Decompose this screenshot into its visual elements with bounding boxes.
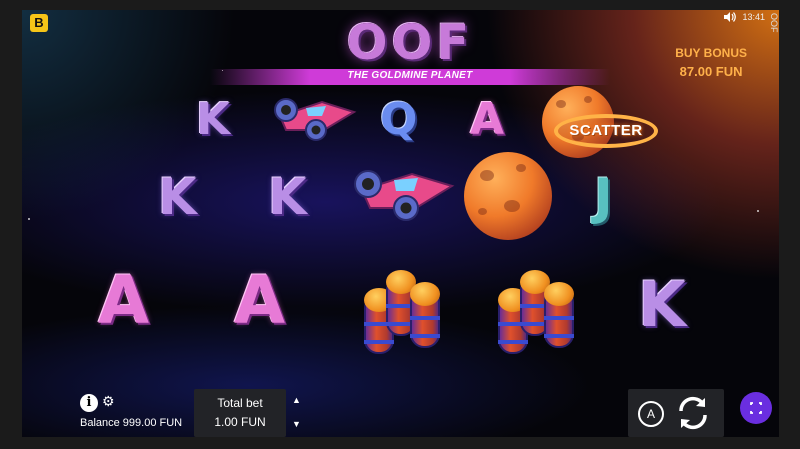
control-bar: i ⚙ Balance 999.00 FUN Total bet 1.00 FU… <box>22 389 779 437</box>
gear-icon[interactable]: ⚙ <box>102 393 115 410</box>
symbol-a: A <box>234 262 286 339</box>
buy-bonus-button[interactable]: BUY BONUS 87.00 FUN <box>675 46 747 79</box>
balance-display: Balance 999.00 FUN <box>80 417 183 429</box>
buy-bonus-label: BUY BONUS <box>675 46 747 60</box>
planet-icon <box>464 152 552 240</box>
bet-decrease-icon[interactable]: ▼ <box>292 419 301 429</box>
symbol-k: K <box>638 268 687 341</box>
speaker-icon[interactable] <box>724 12 737 22</box>
clock: 13:41 <box>742 12 765 22</box>
vertical-game-label: OOF <box>769 13 779 33</box>
spaceship-icon <box>274 98 357 141</box>
symbol-a: A <box>470 94 505 145</box>
total-bet-value: 1.00 FUN <box>214 415 266 429</box>
total-bet-panel: Total bet 1.00 FUN <box>194 389 286 437</box>
symbol-a: A <box>98 262 150 339</box>
logo-title: OOF <box>346 15 474 71</box>
spaceship-icon <box>354 170 455 221</box>
oxygen-tank-icon <box>360 268 446 358</box>
fullscreen-icon <box>750 402 762 414</box>
game-logo: OOF THE GOLDMINE PLANET <box>210 14 610 85</box>
symbol-j: J <box>594 168 613 226</box>
star <box>757 210 759 212</box>
symbol-k: K <box>158 168 197 226</box>
autoplay-button[interactable]: A <box>638 401 664 427</box>
spin-button[interactable] <box>674 394 712 432</box>
symbol-q: Q <box>380 94 418 145</box>
buy-bonus-price: 87.00 FUN <box>679 64 743 79</box>
scatter-label: SCATTER <box>569 122 643 139</box>
symbol-k: K <box>268 168 307 226</box>
bet-increase-icon[interactable]: ▲ <box>292 395 301 405</box>
info-icon[interactable]: i <box>80 394 98 412</box>
brand-logo: B <box>30 14 48 32</box>
total-bet-label: Total bet <box>217 396 263 410</box>
oxygen-tank-icon <box>494 268 580 358</box>
logo-subtitle: THE GOLDMINE PLANET <box>347 70 473 81</box>
symbol-k: K <box>196 94 231 145</box>
status-bar: 13:41 <box>724 12 765 22</box>
star <box>28 218 30 220</box>
bet-stepper: ▲ ▼ <box>288 389 308 437</box>
spin-panel: A <box>628 389 724 437</box>
fullscreen-button[interactable] <box>740 392 772 424</box>
game-canvas: B 13:41 OOF OOF THE GOLDMINE PLANET BUY … <box>22 10 779 437</box>
